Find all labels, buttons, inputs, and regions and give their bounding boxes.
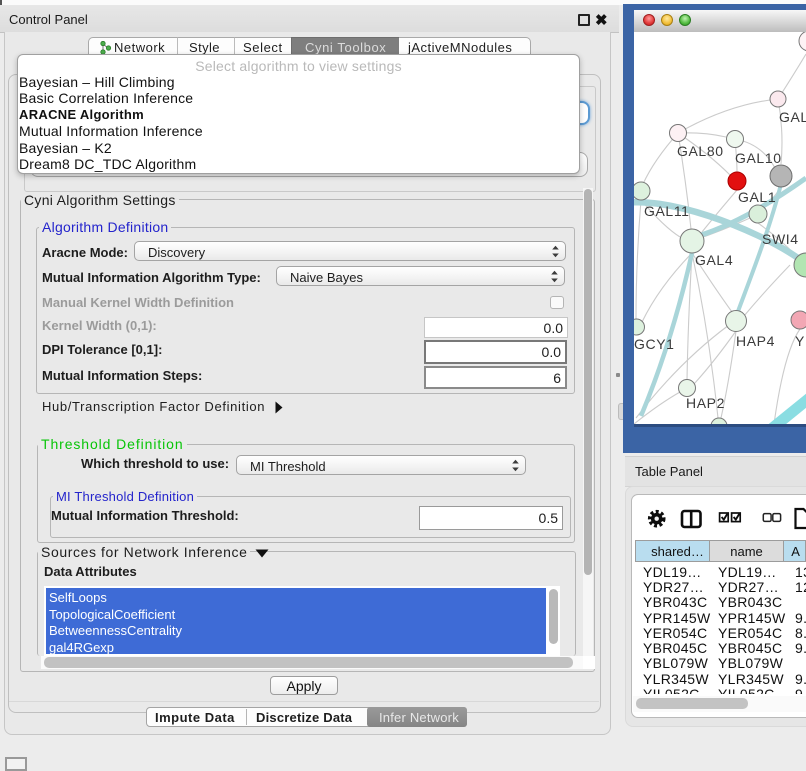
- svg-text:GAL1: GAL1: [738, 189, 776, 205]
- svg-text:Y: Y: [795, 333, 805, 349]
- svg-text:GCY1: GCY1: [634, 336, 675, 352]
- svg-text:HAP4: HAP4: [736, 333, 775, 349]
- svg-text:GAL11: GAL11: [644, 203, 690, 219]
- svg-text:GAL4: GAL4: [695, 252, 733, 268]
- svg-text:GAL80: GAL80: [677, 143, 724, 159]
- svg-text:SWI4: SWI4: [762, 231, 799, 247]
- svg-text:HAP2: HAP2: [686, 395, 725, 411]
- svg-text:GAL7: GAL7: [779, 109, 806, 125]
- svg-text:GAL10: GAL10: [735, 150, 782, 166]
